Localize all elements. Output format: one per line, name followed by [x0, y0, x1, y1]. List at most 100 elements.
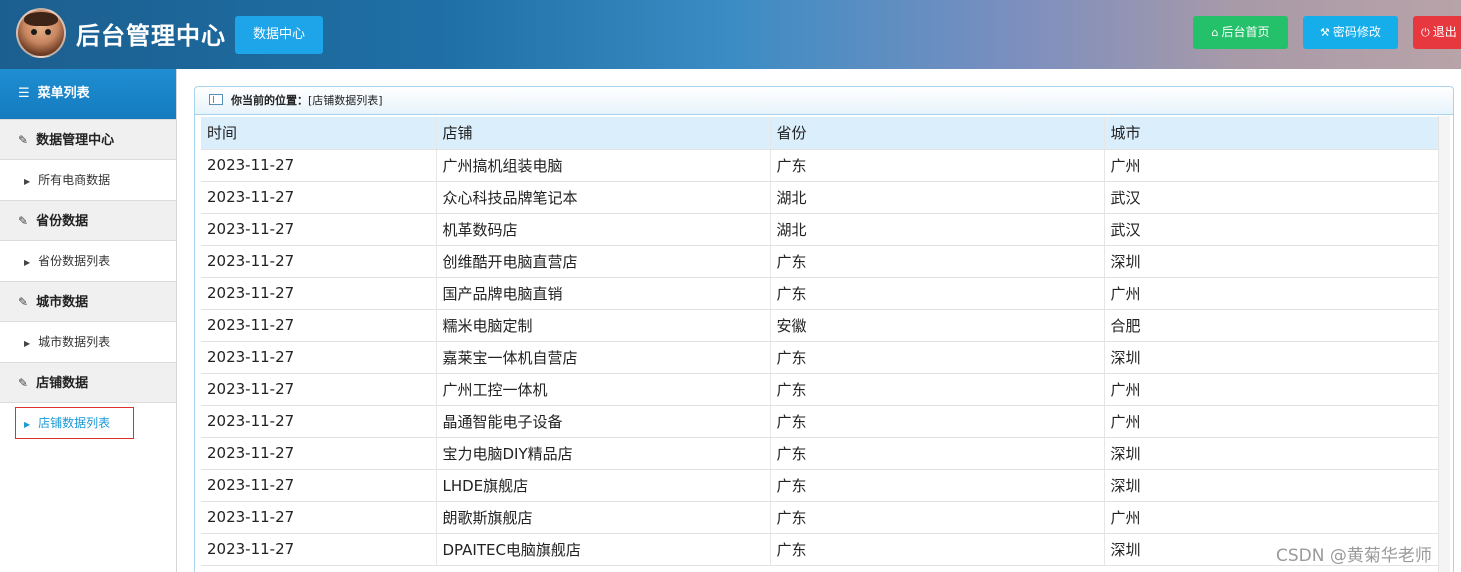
cell-shop: DPAITEC电脑旗舰店: [436, 533, 771, 566]
cell-time: 2023-11-27: [201, 309, 437, 342]
edit-icon: ✎: [18, 214, 29, 228]
table-row[interactable]: 2023-11-27 机革数码店 湖北 武汉: [201, 213, 1441, 246]
column-header-city[interactable]: 城市: [1104, 117, 1441, 150]
data-center-button[interactable]: 数据中心: [235, 16, 323, 54]
cell-shop: 创维酷开电脑直营店: [436, 245, 771, 278]
cell-time: 2023-11-27: [201, 437, 437, 470]
watermark: CSDN @黄菊华老师: [1276, 546, 1432, 566]
column-header-shop[interactable]: 店铺: [436, 117, 771, 150]
table-row[interactable]: 2023-11-27 众心科技品牌笔记本 湖北 武汉: [201, 181, 1441, 214]
table-row[interactable]: 2023-11-27 DPAITEC电脑旗舰店 广东 深圳: [201, 533, 1441, 566]
breadcrumb: 你当前的位置：[店铺数据列表]: [195, 87, 1453, 115]
power-icon: ⏻: [1421, 26, 1430, 39]
sidebar-group-label: 城市数据: [36, 295, 89, 310]
cell-city: 深圳: [1104, 245, 1441, 278]
cell-time: 2023-11-27: [201, 533, 437, 566]
window-icon: [209, 94, 223, 105]
sidebar-heading: ☰ 菜单列表: [0, 69, 176, 119]
table-row[interactable]: 2023-11-27 晶通智能电子设备 广东 广州: [201, 405, 1441, 438]
table-row[interactable]: 2023-11-27 宝力电脑DIY精品店 广东 深圳: [201, 437, 1441, 470]
cell-shop: 朗歌斯旗舰店: [436, 501, 771, 534]
cell-province: 湖北: [770, 181, 1105, 214]
cell-time: 2023-11-27: [201, 213, 437, 246]
breadcrumb-prefix: 你当前的位置：: [231, 94, 308, 107]
cell-province: 湖北: [770, 213, 1105, 246]
cell-province: 广东: [770, 373, 1105, 406]
edit-icon: ✎: [18, 376, 29, 390]
sidebar-item-province-list[interactable]: ▶ 省份数据列表: [0, 241, 176, 281]
sidebar-group-shop[interactable]: ✎ 店铺数据: [0, 362, 176, 403]
edit-icon: ✎: [18, 295, 29, 309]
shop-table-wrap: 时间 店铺 省份 城市 2023-11-27 广州搞机组装电脑 广东 广州 2023-1…: [201, 117, 1441, 566]
cell-province: 广东: [770, 437, 1105, 470]
cell-time: 2023-11-27: [201, 181, 437, 214]
column-header-time[interactable]: 时间: [201, 117, 437, 150]
sidebar-group-data-center[interactable]: ✎ 数据管理中心: [0, 119, 176, 160]
sidebar: ☰ 菜单列表 ✎ 数据管理中心 ▶ 所有电商数据 ✎ 省份数据 ▶ 省份数据列表 ✎ 城市数…: [0, 69, 177, 572]
cell-time: 2023-11-27: [201, 341, 437, 374]
table-row[interactable]: 2023-11-27 嘉莱宝一体机自营店 广东 深圳: [201, 341, 1441, 374]
edit-icon: ✎: [18, 133, 29, 147]
cell-city: 深圳: [1104, 469, 1441, 502]
sidebar-item-all-data[interactable]: ▶ 所有电商数据: [0, 160, 176, 200]
home-button-label: 后台首页: [1221, 25, 1270, 39]
table-row[interactable]: 2023-11-27 广州工控一体机 广东 广州: [201, 373, 1441, 406]
password-button-label: 密码修改: [1332, 25, 1381, 39]
vertical-scrollbar[interactable]: [1438, 116, 1450, 572]
sidebar-item-city-list[interactable]: ▶ 城市数据列表: [0, 322, 176, 362]
cell-shop: 广州工控一体机: [436, 373, 771, 406]
home-button[interactable]: ⌂ 后台首页: [1193, 16, 1288, 49]
active-item-highlight: [15, 407, 134, 439]
cell-city: 广州: [1104, 405, 1441, 438]
table-row[interactable]: 2023-11-27 LHDE旗舰店 广东 深圳: [201, 469, 1441, 502]
cell-shop: 嘉莱宝一体机自营店: [436, 341, 771, 374]
cell-city: 合肥: [1104, 309, 1441, 342]
cell-province: 广东: [770, 245, 1105, 278]
cell-province: 安徽: [770, 309, 1105, 342]
cell-shop: 糯米电脑定制: [436, 309, 771, 342]
cell-province: 广东: [770, 405, 1105, 438]
table-body: 2023-11-27 广州搞机组装电脑 广东 广州 2023-11-27 众心科技品牌笔记…: [201, 149, 1441, 566]
breadcrumb-location: [店铺数据列表]: [308, 94, 383, 107]
cell-city: 广州: [1104, 373, 1441, 406]
cell-city: 广州: [1104, 277, 1441, 310]
cell-city: 深圳: [1104, 437, 1441, 470]
cell-province: 广东: [770, 469, 1105, 502]
table-row[interactable]: 2023-11-27 糯米电脑定制 安徽 合肥: [201, 309, 1441, 342]
content-panel: 你当前的位置：[店铺数据列表] 时间 店铺 省份 城市 2023-11-27 广州…: [194, 86, 1454, 572]
exit-button-label: 退出: [1432, 25, 1457, 39]
table-row[interactable]: 2023-11-27 国产品牌电脑直销 广东 广州: [201, 277, 1441, 310]
sidebar-group-label: 数据管理中心: [36, 133, 115, 148]
sidebar-item-label: 省份数据列表: [38, 254, 111, 268]
table-row[interactable]: 2023-11-27 朗歌斯旗舰店 广东 广州: [201, 501, 1441, 534]
cell-city: 广州: [1104, 501, 1441, 534]
cell-shop: 众心科技品牌笔记本: [436, 181, 771, 214]
app-title: 后台管理中心: [76, 22, 226, 50]
cell-time: 2023-11-27: [201, 405, 437, 438]
sidebar-item-label: 城市数据列表: [38, 335, 111, 349]
cell-shop: 机革数码店: [436, 213, 771, 246]
table-row[interactable]: 2023-11-27 广州搞机组装电脑 广东 广州: [201, 149, 1441, 182]
shop-table: 时间 店铺 省份 城市 2023-11-27 广州搞机组装电脑 广东 广州 2023-1…: [201, 117, 1441, 566]
sidebar-group-label: 店铺数据: [36, 376, 89, 391]
cell-shop: 国产品牌电脑直销: [436, 277, 771, 310]
cell-city: 武汉: [1104, 181, 1441, 214]
sidebar-group-city[interactable]: ✎ 城市数据: [0, 281, 176, 322]
sidebar-group-province[interactable]: ✎ 省份数据: [0, 200, 176, 241]
column-header-province[interactable]: 省份: [770, 117, 1105, 150]
exit-button[interactable]: ⏻ 退出: [1413, 16, 1461, 49]
list-icon: ☰: [18, 86, 30, 101]
cell-shop: LHDE旗舰店: [436, 469, 771, 502]
cell-time: 2023-11-27: [201, 469, 437, 502]
cell-time: 2023-11-27: [201, 149, 437, 182]
cell-city: 广州: [1104, 149, 1441, 182]
table-row[interactable]: 2023-11-27 创维酷开电脑直营店 广东 深圳: [201, 245, 1441, 278]
cell-shop: 晶通智能电子设备: [436, 405, 771, 438]
cell-province: 广东: [770, 341, 1105, 374]
sidebar-group-label: 省份数据: [36, 214, 89, 229]
password-button[interactable]: ⚒ 密码修改: [1303, 16, 1398, 49]
caret-right-icon: ▶: [24, 177, 31, 186]
cell-city: 武汉: [1104, 213, 1441, 246]
caret-right-icon: ▶: [24, 258, 31, 267]
cell-province: 广东: [770, 149, 1105, 182]
